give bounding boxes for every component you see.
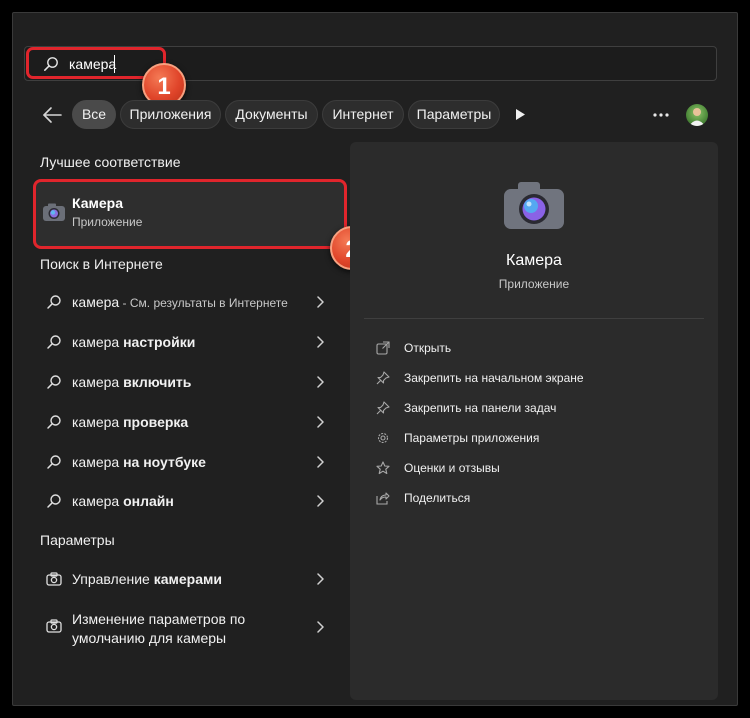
gear-icon <box>377 432 389 444</box>
divider <box>364 318 704 319</box>
web-query-bold: на ноутбуке <box>123 454 206 470</box>
pin-icon <box>376 371 390 385</box>
search-icon <box>47 415 61 429</box>
web-query-text: камера <box>72 334 124 350</box>
search-icon <box>47 335 61 349</box>
camera-app-large-icon <box>504 182 564 229</box>
web-query-bold: включить <box>123 374 192 390</box>
user-avatar[interactable] <box>686 104 708 126</box>
web-query-text: камера <box>72 294 120 310</box>
action-label: Открыть <box>404 341 452 355</box>
camera-settings-icon <box>46 619 62 633</box>
settings-heading: Параметры <box>40 532 115 548</box>
search-icon <box>47 455 61 469</box>
settings-item-line1: Изменение параметров по <box>72 611 246 627</box>
search-icon <box>47 295 61 309</box>
pin-icon <box>376 401 390 415</box>
settings-result-manage-cameras[interactable]: Управление камерами <box>34 562 344 596</box>
web-search-heading: Поиск в Интернете <box>40 256 163 272</box>
chevron-right-icon <box>317 296 324 308</box>
chevron-right-icon <box>317 495 324 507</box>
web-query-bold: проверка <box>123 414 189 430</box>
scroll-filters-play-icon[interactable] <box>515 108 526 121</box>
share-icon <box>376 492 390 505</box>
action-label: Параметры приложения <box>404 431 540 445</box>
open-external-icon <box>376 341 390 355</box>
chevron-right-icon <box>317 621 324 633</box>
back-arrow-icon[interactable] <box>40 104 64 126</box>
web-search-result[interactable]: камера включить <box>34 365 344 399</box>
web-query-bold: онлайн <box>123 493 174 509</box>
best-match-highlight-frame <box>33 179 347 249</box>
settings-item-text: Управление <box>72 571 154 587</box>
chevron-right-icon <box>317 376 324 388</box>
camera-settings-icon <box>46 572 62 586</box>
avatar-person-icon <box>689 108 705 126</box>
detail-panel: Камера Приложение Открыть Закрепить на н… <box>350 142 718 700</box>
web-search-result[interactable]: камера на ноутбуке <box>34 445 344 479</box>
detail-title: Камера <box>506 252 562 269</box>
action-label: Закрепить на начальном экране <box>404 371 584 385</box>
search-icon <box>47 494 61 508</box>
chevron-right-icon <box>317 336 324 348</box>
more-options-icon[interactable] <box>652 112 670 118</box>
action-label: Поделиться <box>404 491 471 505</box>
best-match-heading: Лучшее соответствие <box>40 154 181 170</box>
filter-tab-all[interactable]: Все <box>72 100 116 129</box>
web-query-text: камера <box>72 493 124 509</box>
filter-tab-apps[interactable]: Приложения <box>120 100 221 129</box>
chevron-right-icon <box>317 416 324 428</box>
chevron-right-icon <box>317 573 324 585</box>
chevron-right-icon <box>317 456 324 468</box>
settings-item-bold: камерами <box>153 571 222 587</box>
web-query-text: камера <box>72 414 124 430</box>
settings-item-line2: умолчанию для камеры <box>72 630 227 646</box>
detail-subtitle: Приложение <box>498 277 570 291</box>
filter-tab-settings[interactable]: Параметры <box>408 100 500 129</box>
web-query-bold: настройки <box>123 334 196 350</box>
web-query-text: камера <box>72 454 124 470</box>
web-search-result[interactable]: камера - См. результаты в Интернете <box>34 285 344 319</box>
web-query-suffix: - См. результаты в Интернете <box>119 296 288 310</box>
action-label: Оценки и отзывы <box>404 461 500 475</box>
filter-tab-documents[interactable]: Документы <box>225 100 318 129</box>
web-search-result[interactable]: камера проверка <box>34 405 344 439</box>
web-query-text: камера <box>72 374 124 390</box>
web-search-result[interactable]: камера онлайн <box>34 484 344 518</box>
settings-result-default-camera[interactable]: Изменение параметров по умолчанию для ка… <box>34 604 344 650</box>
action-label: Закрепить на панели задач <box>404 401 557 415</box>
filter-tab-internet[interactable]: Интернет <box>322 100 404 129</box>
star-icon <box>376 461 390 475</box>
search-icon <box>47 375 61 389</box>
web-search-result[interactable]: камера настройки <box>34 325 344 359</box>
